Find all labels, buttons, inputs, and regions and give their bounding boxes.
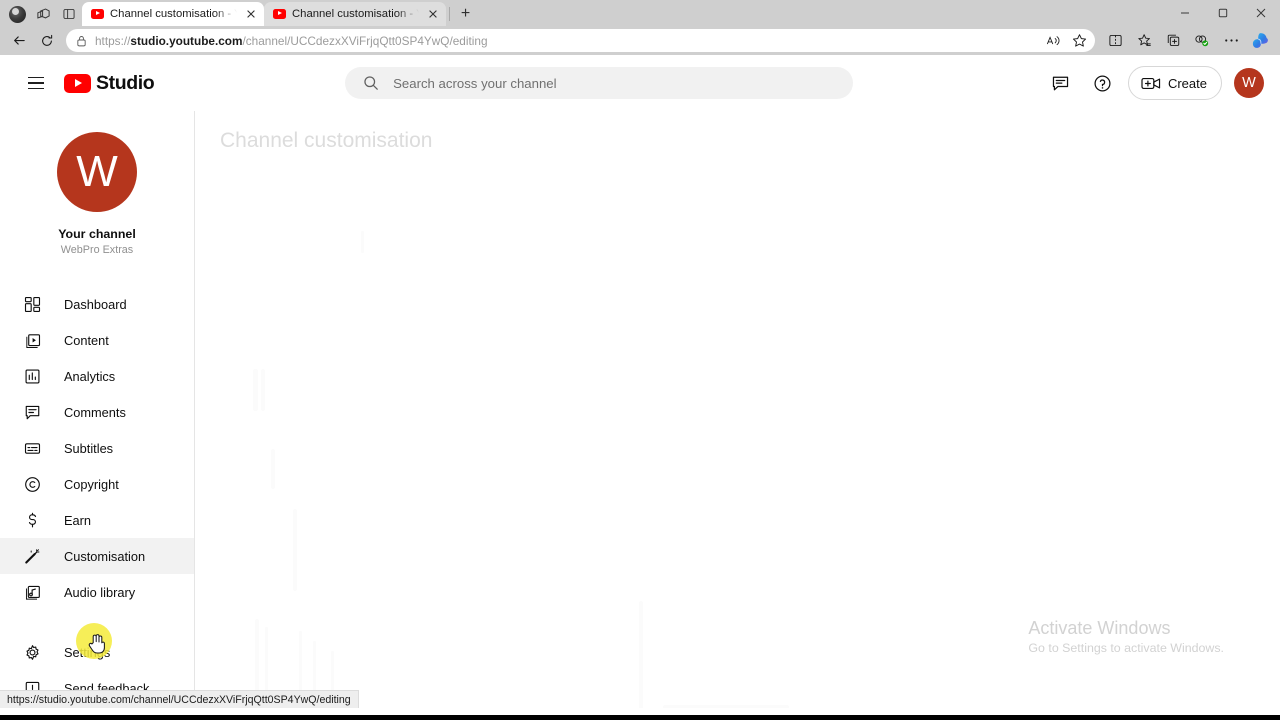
- page-viewport: Studio Search across your channel Create…: [0, 55, 1280, 708]
- sidebar: W Your channel WebPro Extras Dashboard C…: [0, 111, 195, 708]
- analytics-icon: [22, 366, 42, 386]
- header-actions: Create W: [1044, 66, 1264, 100]
- studio-logo[interactable]: Studio: [64, 71, 155, 95]
- channel-avatar[interactable]: W: [57, 132, 137, 212]
- url-text: https://studio.youtube.com/channel/UCCde…: [95, 33, 488, 48]
- tab-actions-icon[interactable]: [56, 2, 82, 26]
- search-container: Search across your channel: [154, 67, 1044, 99]
- watermark-subtitle: Go to Settings to activate Windows.: [1028, 641, 1224, 655]
- minimize-icon[interactable]: [1166, 0, 1204, 26]
- browser-tab-1[interactable]: Channel customisation - YouTube: [82, 2, 264, 26]
- magic-wand-icon: [22, 546, 42, 566]
- search-placeholder: Search across your channel: [393, 75, 557, 91]
- read-aloud-icon[interactable]: [1041, 30, 1065, 51]
- tab-title: Channel customisation - YouTube: [292, 8, 419, 20]
- browser-toolbar: https://studio.youtube.com/channel/UCCde…: [0, 26, 1280, 55]
- refresh-icon[interactable]: [34, 29, 60, 53]
- settings-and-more-icon[interactable]: [1217, 29, 1245, 53]
- browser-profile-avatar[interactable]: [4, 2, 30, 26]
- sidebar-item-customisation[interactable]: Customisation: [0, 538, 194, 574]
- sidebar-item-content[interactable]: Content: [0, 322, 194, 358]
- sidebar-item-label: Customisation: [64, 548, 146, 564]
- sidebar-item-dashboard[interactable]: Dashboard: [0, 286, 194, 322]
- page-title: Channel customisation: [220, 129, 433, 152]
- channel-title: Your channel: [58, 227, 136, 241]
- sidebar-item-subtitles[interactable]: Subtitles: [0, 430, 194, 466]
- main-content: Channel customisation Activate Windows G…: [195, 111, 1280, 708]
- browser-actions: [1101, 29, 1274, 53]
- activate-windows-watermark: Activate Windows Go to Settings to activ…: [1028, 616, 1224, 655]
- page-body: W Your channel WebPro Extras Dashboard C…: [0, 111, 1280, 708]
- site-info-lock-icon[interactable]: [76, 35, 87, 47]
- favorite-star-icon[interactable]: [1067, 30, 1091, 51]
- dashboard-icon: [22, 294, 42, 314]
- search-icon: [363, 75, 379, 91]
- copyright-icon: [22, 474, 42, 494]
- sidebar-item-label: Audio library: [64, 584, 136, 600]
- studio-logo-text: Studio: [96, 71, 155, 94]
- youtube-icon: [273, 9, 286, 19]
- mouse-cursor: [88, 633, 105, 659]
- comments-icon: [22, 402, 42, 422]
- create-button[interactable]: Create: [1127, 66, 1222, 100]
- content-video-icon: [22, 330, 42, 350]
- sidebar-item-copyright[interactable]: Copyright: [0, 466, 194, 502]
- subtitles-icon: [22, 438, 42, 458]
- close-icon[interactable]: [425, 7, 440, 22]
- tab-title: Channel customisation - YouTube: [110, 8, 237, 20]
- youtube-logo-icon: [64, 73, 91, 93]
- sidebar-nav: Dashboard Content Analytics Comments Sub…: [0, 286, 194, 610]
- youtube-icon: [91, 9, 104, 19]
- watermark-title: Activate Windows: [1028, 617, 1171, 638]
- create-button-label: Create: [1167, 75, 1207, 91]
- status-bar-link-preview: https://studio.youtube.com/channel/UCCde…: [0, 690, 359, 708]
- tab-divider: [449, 7, 450, 21]
- sidebar-item-label: Copyright: [64, 476, 119, 492]
- create-video-icon: [1141, 76, 1161, 91]
- sidebar-item-earn[interactable]: Earn: [0, 502, 194, 538]
- omnibox-actions: [1041, 30, 1091, 51]
- collections-icon[interactable]: [1130, 29, 1158, 53]
- channel-summary[interactable]: W Your channel WebPro Extras: [0, 112, 194, 272]
- avatar[interactable]: W: [1234, 68, 1264, 98]
- sidebar-item-comments[interactable]: Comments: [0, 394, 194, 430]
- window-bottom-edge: [0, 715, 1280, 720]
- sidebar-item-label: Subtitles: [64, 440, 114, 456]
- studio-header: Studio Search across your channel Create…: [0, 55, 1280, 111]
- sidebar-item-label: Analytics: [64, 368, 116, 384]
- help-icon[interactable]: [1086, 66, 1120, 100]
- copilot-icon[interactable]: [1246, 29, 1274, 53]
- split-screen-icon[interactable]: [1101, 29, 1129, 53]
- close-icon[interactable]: [1242, 0, 1280, 26]
- sidebar-item-label: Content: [64, 332, 109, 348]
- browser-essentials-icon[interactable]: [1159, 29, 1187, 53]
- search-input[interactable]: Search across your channel: [345, 67, 854, 99]
- hamburger-menu-icon[interactable]: [16, 63, 56, 103]
- earn-dollar-icon: [22, 510, 42, 530]
- back-arrow-icon[interactable]: [6, 29, 32, 53]
- window-controls: [1166, 0, 1280, 26]
- sidebar-item-analytics[interactable]: Analytics: [0, 358, 194, 394]
- sidebar-item-audio-library[interactable]: Audio library: [0, 574, 194, 610]
- tab-strip: Channel customisation - YouTube Channel …: [0, 0, 1280, 26]
- new-tab-button[interactable]: +: [453, 2, 478, 26]
- sidebar-item-label: Earn: [64, 512, 92, 528]
- send-feedback-icon[interactable]: [1044, 66, 1078, 100]
- performance-shield-icon[interactable]: [1188, 29, 1216, 53]
- gear-icon: [22, 642, 42, 662]
- maximize-icon[interactable]: [1204, 0, 1242, 26]
- audio-library-icon: [22, 582, 42, 602]
- channel-subtitle: WebPro Extras: [60, 244, 134, 256]
- sidebar-item-label: Comments: [64, 404, 126, 420]
- address-bar[interactable]: https://studio.youtube.com/channel/UCCde…: [66, 29, 1095, 52]
- browser-window: Channel customisation - YouTube Channel …: [0, 0, 1280, 720]
- browser-tab-2[interactable]: Channel customisation - YouTube: [264, 2, 446, 26]
- close-icon[interactable]: [243, 7, 258, 22]
- workspaces-icon[interactable]: [30, 2, 56, 26]
- sidebar-item-label: Dashboard: [64, 296, 127, 312]
